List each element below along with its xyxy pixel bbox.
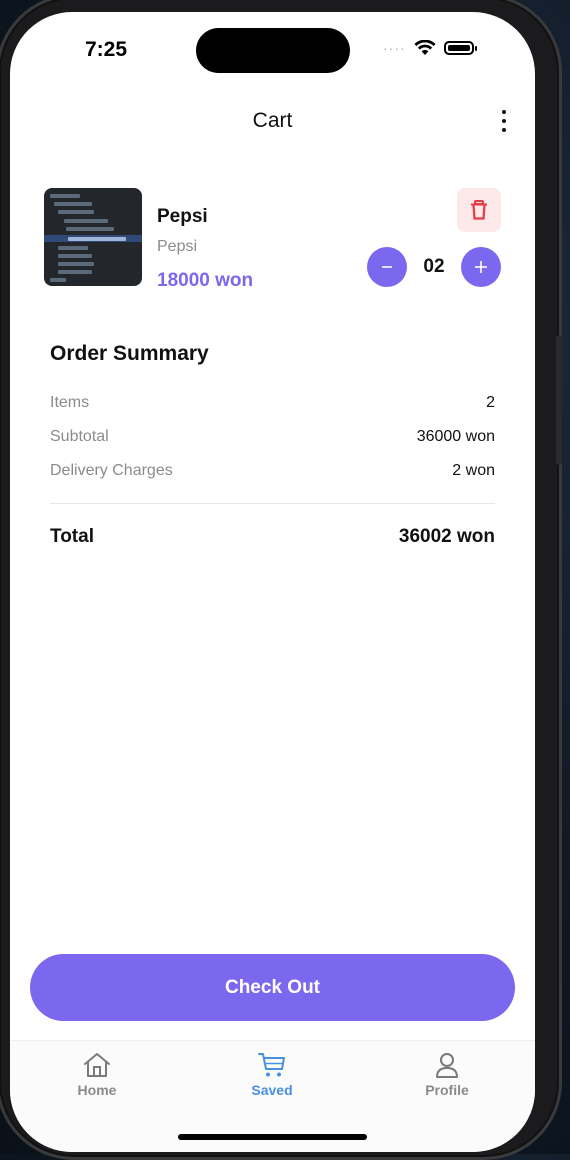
nav-item-saved[interactable]: Saved <box>212 1051 332 1098</box>
nav-label-home: Home <box>77 1082 117 1098</box>
side-button <box>556 335 562 465</box>
increase-quantity-button[interactable] <box>461 247 501 287</box>
nav-label-profile: Profile <box>425 1082 469 1098</box>
summary-row-subtotal: Subtotal 36000 won <box>50 428 495 446</box>
app-screen: 7:25 ···· Cart Pepsi Pepsi 18000 won 02 … <box>10 12 535 1152</box>
status-icons: ···· <box>383 40 477 56</box>
wifi-icon <box>414 40 436 55</box>
minus-icon <box>382 266 392 268</box>
quantity-value: 02 <box>423 256 445 277</box>
summary-value: 2 won <box>452 462 495 479</box>
signal-dots: ···· <box>383 40 406 56</box>
summary-label: Delivery Charges <box>50 462 173 479</box>
summary-row-items: Items 2 <box>50 394 495 412</box>
dynamic-island <box>196 28 350 73</box>
plus-icon <box>475 261 487 273</box>
status-time: 7:25 <box>85 38 128 61</box>
product-price: 18000 won <box>157 270 254 291</box>
summary-value: 2 <box>486 394 495 411</box>
trash-icon <box>471 200 487 220</box>
nav-label-saved: Saved <box>251 1082 293 1098</box>
total-value: 36002 won <box>398 526 495 547</box>
battery-icon <box>443 41 477 55</box>
summary-row-delivery: Delivery Charges 2 won <box>50 462 495 480</box>
more-options-icon[interactable] <box>498 110 510 132</box>
product-subtitle: Pepsi <box>157 238 198 255</box>
delete-item-button[interactable] <box>457 188 501 232</box>
summary-label: Items <box>50 394 90 411</box>
nav-item-home[interactable]: Home <box>37 1051 157 1098</box>
summary-divider <box>50 503 495 504</box>
product-thumbnail <box>44 188 142 286</box>
cart-item: Pepsi Pepsi 18000 won 02 <box>44 188 501 291</box>
order-summary-title: Order Summary <box>50 342 209 365</box>
decrease-quantity-button[interactable] <box>367 247 407 287</box>
cart-icon <box>258 1053 285 1077</box>
summary-value: 36000 won <box>416 428 495 445</box>
home-icon <box>84 1053 110 1077</box>
total-label: Total <box>50 526 94 547</box>
product-name: Pepsi <box>157 206 208 227</box>
summary-label: Subtotal <box>50 428 109 445</box>
nav-item-profile[interactable]: Profile <box>387 1051 507 1098</box>
checkout-button[interactable]: Check Out <box>30 954 515 1021</box>
total-row: Total 36002 won <box>50 526 495 548</box>
page-title: Cart <box>252 109 293 132</box>
home-indicator <box>178 1134 367 1140</box>
person-icon <box>436 1053 458 1078</box>
